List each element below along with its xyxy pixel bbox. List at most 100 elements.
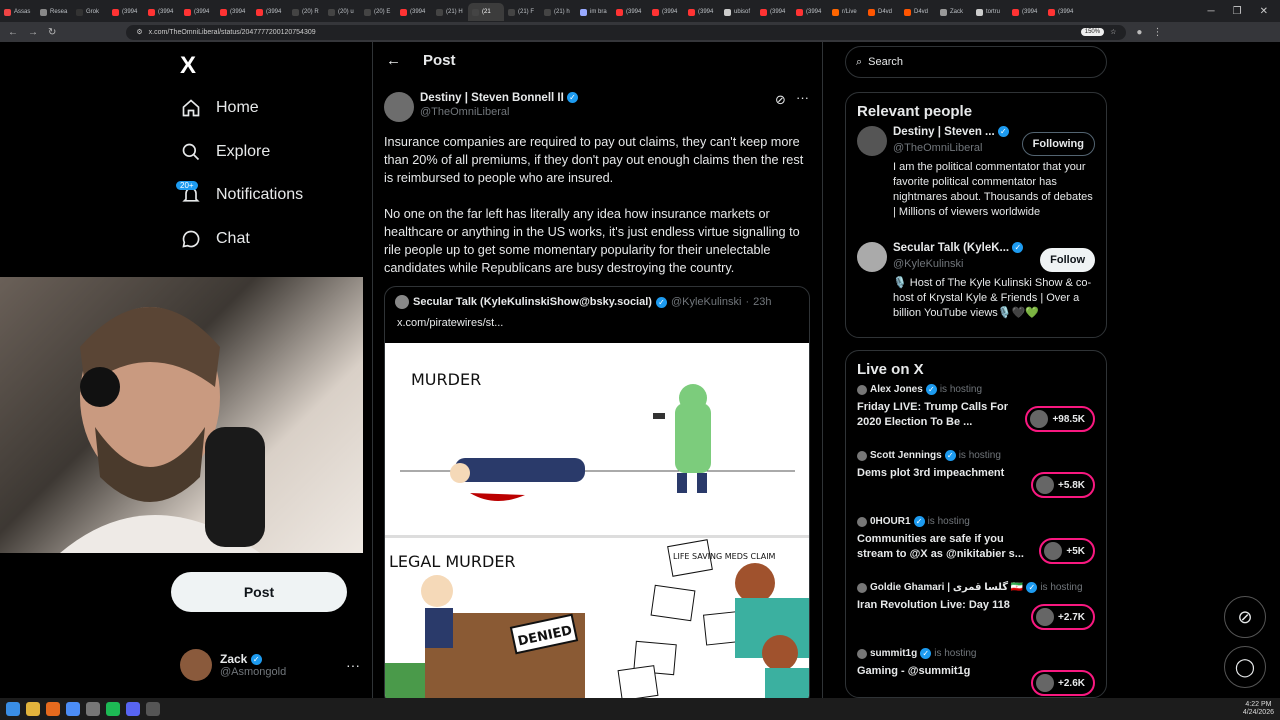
live-item[interactable]: summit1g ✓ is hosting Gaming - @summit1g +2.… [857,648,1095,697]
site-info-icon[interactable]: ⚙ [136,28,142,36]
chrome-icon[interactable] [66,702,80,716]
nav-home-label: Home [216,99,259,116]
back-arrow-icon[interactable]: ← [386,52,401,69]
browser-tab[interactable]: (20) E [360,3,396,21]
browser-tab[interactable]: (21 [468,3,504,21]
browser-tab[interactable]: (3994 [180,3,216,21]
browser-tab[interactable]: D4vd [900,3,936,21]
file-explorer-icon[interactable] [26,702,40,716]
tab-favicon-icon [1048,8,1055,16]
browser-tab[interactable]: (3994 [1008,3,1044,21]
browser-tab[interactable]: Zack [936,3,972,21]
browser-tab[interactable]: (20) u [324,3,360,21]
browser-tab[interactable]: (3994 [108,3,144,21]
browser-tab[interactable]: (3994 [648,3,684,21]
app-icon[interactable] [146,702,160,716]
browser-tab[interactable]: (21) H [432,3,468,21]
back-arrow-icon[interactable]: ← [8,27,18,38]
live-listener-pill[interactable]: +2.6K [1031,670,1095,696]
avatar[interactable] [857,126,887,156]
browser-tab[interactable]: (3994 [252,3,288,21]
chat-float-button[interactable]: ◯ [1224,646,1266,688]
minimize-icon[interactable]: ─ [1208,6,1215,17]
column-divider [372,42,373,698]
browser-tab[interactable]: (21) h [540,3,576,21]
reload-icon[interactable]: ↻ [48,27,56,38]
bookmark-star-icon[interactable]: ☆ [1110,28,1116,36]
more-icon[interactable]: ··· [346,657,360,673]
post-button[interactable]: Post [171,572,347,612]
live-item[interactable]: 0HOUR1 ✓ is hosting Communities are safe if… [857,516,1095,582]
tab-label: im bra [590,9,607,15]
live-item[interactable]: Goldie Ghamari | گلسا قمری 🇮🇷 ✓ is hosting… [857,582,1095,648]
grok-float-button[interactable]: ⊘ [1224,596,1266,638]
browser-tab[interactable]: (3994 [792,3,828,21]
person-card[interactable]: Secular Talk (KyleK... ✓ @KyleKulinski F… [857,242,1095,352]
close-icon[interactable]: ✕ [1260,6,1268,17]
live-listener-pill[interactable]: +5K [1039,538,1095,564]
account-switcher[interactable]: Zack ✓ @Asmongold ··· [180,645,360,685]
nav-explore[interactable]: Explore [180,141,270,163]
menu-icon[interactable]: ⋮ [1152,27,1162,38]
forward-arrow-icon[interactable]: → [28,27,38,38]
browser-tab[interactable]: (3994 [144,3,180,21]
following-button[interactable]: Following [1021,132,1095,156]
notification-badge: 20+ [176,181,198,190]
avatar[interactable] [384,92,414,122]
follow-button[interactable]: Follow [1040,248,1095,272]
live-listener-pill[interactable]: +98.5K [1025,406,1095,432]
maximize-icon[interactable]: ❐ [1233,6,1242,17]
spotify-icon[interactable] [106,702,120,716]
quoted-tweet[interactable]: Secular Talk (KyleKulinskiShow@bsky.soci… [384,286,810,706]
browser-tab[interactable]: (3994 [1044,3,1080,21]
live-item[interactable]: Scott Jennings ✓ is hosting Dems plot 3rd i… [857,450,1095,516]
live-item[interactable]: Alex Jones ✓ is hosting Friday LIVE: Trump … [857,384,1095,450]
comic-image[interactable]: MURDER LEGAL MURDER DENIED LIFE SAVING M… [385,343,809,705]
search-input[interactable]: ⌕ Search [845,46,1107,78]
tweet-author[interactable]: Destiny | Steven Bonnell II ✓ @TheOmniLi… [384,92,579,122]
browser-tab[interactable]: ubisof [720,3,756,21]
browser-tab[interactable]: (3994 [684,3,720,21]
avatar[interactable] [857,242,887,272]
more-icon[interactable]: ··· [796,90,809,105]
live-listener-pill[interactable]: +5.8K [1031,472,1095,498]
nav-chat[interactable]: Chat [180,228,250,250]
zoom-indicator[interactable]: 150% [1080,28,1105,36]
browser-tab[interactable]: (3994 [612,3,648,21]
windows-start-icon[interactable] [6,702,20,716]
browser-tab[interactable]: tortru [972,3,1008,21]
verified-icon: ✓ [655,296,667,308]
clock[interactable]: 4:22 PM 4/24/2026 [1243,701,1274,717]
nav-notifications[interactable]: Notifications [180,184,303,206]
firefox-icon[interactable] [46,702,60,716]
browser-tab[interactable]: im bra [576,3,612,21]
browser-tab[interactable]: r/Live [828,3,864,21]
live-listener-pill[interactable]: +2.7K [1031,604,1095,630]
author-name: Destiny | Steven Bonnell II [420,92,564,104]
browser-tab[interactable]: (20) R [288,3,324,21]
browser-tab[interactable]: (3994 [396,3,432,21]
tab-favicon-icon [220,8,227,16]
nav-chat-label: Chat [216,230,250,247]
browser-tab[interactable]: Assas [0,3,36,21]
app-icon[interactable] [86,702,100,716]
x-logo[interactable]: X [180,52,196,80]
browser-tab[interactable]: Resea [36,3,72,21]
browser-tab[interactable]: Grok [72,3,108,21]
tweet-paragraph: No one on the far left has literally any… [384,207,800,275]
person-card[interactable]: Destiny | Steven ... ✓ @TheOmniLiberal F… [857,126,1095,236]
tab-label: (21 [482,9,491,15]
browser-tab[interactable]: D4vd [864,3,900,21]
address-bar[interactable]: ⚙ x.com/TheOmniLiberal/status/2047777200… [126,24,1127,40]
grok-icon[interactable]: ⊘ [775,92,786,108]
browser-tab[interactable]: (3994 [756,3,792,21]
url-text: x.com/TheOmniLiberal/status/204777720012… [148,28,316,36]
profile-icon[interactable]: ● [1136,27,1142,38]
browser-tab[interactable]: (21) F [504,3,540,21]
listener-count: +2.7K [1058,611,1085,623]
tab-favicon-icon [976,8,983,16]
quote-link[interactable]: x.com/piratewires/st... [385,317,809,329]
discord-icon[interactable] [126,702,140,716]
nav-home[interactable]: Home [180,97,259,119]
browser-tab[interactable]: (3994 [216,3,252,21]
